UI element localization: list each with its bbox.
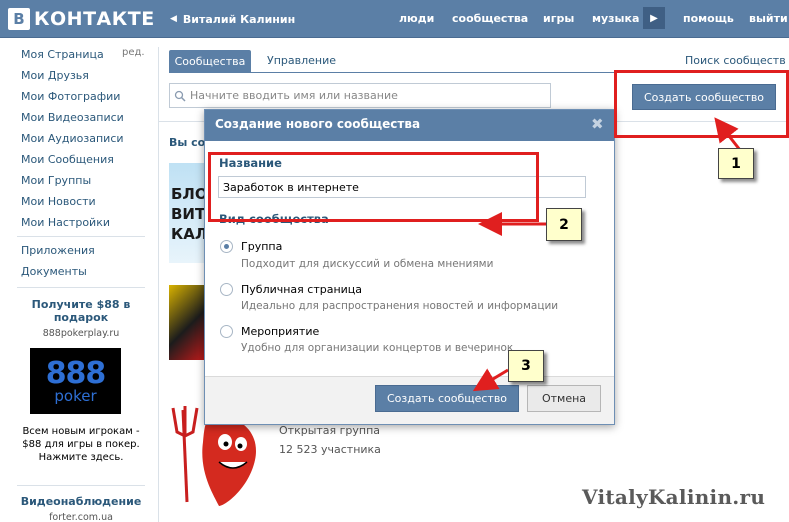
- callout-1: 1: [718, 148, 754, 179]
- arrow-1: [714, 117, 742, 151]
- annotation-arrows: [472, 117, 742, 392]
- arrow-3: [472, 368, 509, 392]
- callout-3: 3: [508, 350, 544, 382]
- callout-2: 2: [546, 208, 582, 241]
